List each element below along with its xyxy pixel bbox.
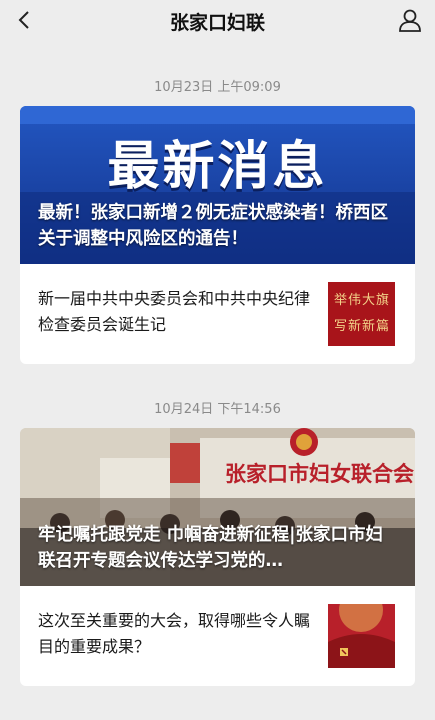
message-timestamp: 10月24日 下午14:56 — [154, 402, 281, 417]
article-card: 张家口市妇女联合会 牢记嘱托跟党走 巾帼奋进新征程|张家口市妇联召开专题会议传达… — [20, 428, 415, 686]
top-bar: 张家口妇联 — [0, 0, 435, 40]
thumbnail-text: 举伟大旗写新新篇 — [334, 293, 391, 334]
hero-caption: 最新！张家口新增２例无症状感染者！桥西区关于调整中风险区的通告！ — [38, 203, 388, 249]
article-thumbnail: 举伟大旗写新新篇 — [328, 282, 395, 346]
article-thumbnail — [328, 604, 395, 668]
person-icon — [399, 9, 421, 32]
article-list-item[interactable]: 新一届中共中央委员会和中共中央纪律检查委员会诞生记 举伟大旗写新新篇 — [20, 264, 415, 364]
congress-hall-image — [328, 604, 395, 668]
article-list-item[interactable]: 这次至关重要的大会，取得哪些令人瞩目的重要成果？ — [20, 586, 415, 686]
message-timestamp: 10月23日 上午09:09 — [154, 80, 281, 95]
page-title: 张家口妇联 — [169, 12, 265, 34]
article-hero[interactable]: 最新消息 最新！张家口新增２例无症状感染者！桥西区关于调整中风险区的通告！ — [20, 106, 415, 264]
profile-button[interactable] — [395, 5, 425, 35]
hero-caption: 牢记嘱托跟党走 巾帼奋进新征程|张家口市妇联召开专题会议传达学习党的… — [38, 525, 383, 571]
article-card: 最新消息 最新！张家口新增２例无症状感染者！桥西区关于调整中风险区的通告！ 新一… — [20, 106, 415, 364]
hero-sign-text: 张家口市妇女联合会 — [225, 462, 414, 486]
hero-banner-text: 最新消息 — [107, 137, 328, 197]
article-hero[interactable]: 张家口市妇女联合会 牢记嘱托跟党走 巾帼奋进新征程|张家口市妇联召开专题会议传达… — [20, 428, 415, 586]
article-title: 新一届中共中央委员会和中共中央纪律检查委员会诞生记 — [38, 289, 311, 334]
article-title: 这次至关重要的大会，取得哪些令人瞩目的重要成果？ — [38, 611, 311, 656]
